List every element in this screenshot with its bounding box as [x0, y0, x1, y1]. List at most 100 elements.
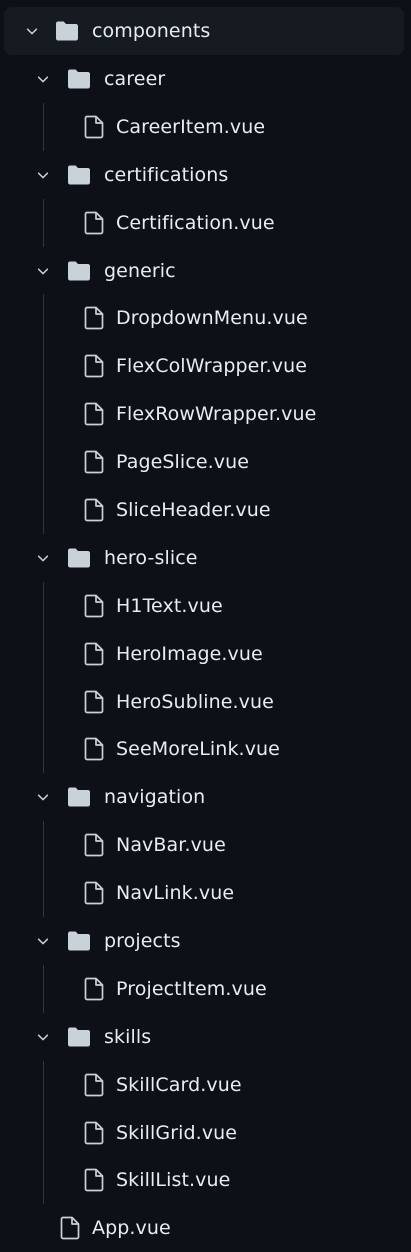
file-icon [82, 402, 106, 426]
folder-row-career[interactable]: career [0, 55, 411, 103]
file-icon [58, 1216, 82, 1240]
file-label: SliceHeader.vue [116, 498, 271, 521]
file-row-navbar-vue[interactable]: NavBar.vue [0, 821, 411, 869]
folder-label: skills [104, 1025, 152, 1048]
file-row-flexrowwrapper-vue[interactable]: FlexRowWrapper.vue [0, 390, 411, 438]
folder-label: certifications [104, 163, 229, 186]
file-row-herosubline-vue[interactable]: HeroSubline.vue [0, 678, 411, 726]
file-row-sliceheader-vue[interactable]: SliceHeader.vue [0, 486, 411, 534]
chevron-down-icon[interactable] [35, 1029, 51, 1045]
folder-children: NavBar.vue NavLink.vue [0, 821, 411, 918]
file-icon [82, 833, 106, 857]
chevron-down-icon[interactable] [35, 167, 51, 183]
file-row-navlink-vue[interactable]: NavLink.vue [0, 869, 411, 917]
folder-row-skills[interactable]: skills [0, 1013, 411, 1061]
folder-row-certifications[interactable]: certifications [0, 151, 411, 199]
file-row-skillgrid-vue[interactable]: SkillGrid.vue [0, 1109, 411, 1157]
tree-children: career CareerItem.vue certifications Certif… [0, 55, 411, 1252]
file-row-heroimage-vue[interactable]: HeroImage.vue [0, 630, 411, 678]
chevron-down-icon[interactable] [35, 789, 51, 805]
file-label: FlexRowWrapper.vue [116, 403, 317, 426]
chevron-down-icon[interactable] [35, 71, 51, 87]
file-row-flexcolwrapper-vue[interactable]: FlexColWrapper.vue [0, 342, 411, 390]
folder-children: CareerItem.vue [0, 102, 411, 151]
folder-children: H1Text.vue HeroImage.vue HeroSubline.vue Se… [0, 581, 411, 774]
file-icon [82, 1073, 106, 1097]
file-icon [82, 977, 106, 1001]
folder-icon [67, 67, 91, 91]
folder-icon [67, 929, 91, 953]
folder-group-generic: generic DropdownMenu.vue FlexColWrapper.vu… [0, 247, 411, 534]
folder-row-navigation[interactable]: navigation [0, 773, 411, 821]
folder-label: components [92, 20, 211, 42]
file-row-skillcard-vue[interactable]: SkillCard.vue [0, 1061, 411, 1109]
file-icon [82, 115, 106, 139]
file-label: ProjectItem.vue [116, 977, 267, 1000]
folder-group-certifications: certifications Certification.vue [0, 151, 411, 247]
folder-row-projects[interactable]: projects [0, 917, 411, 965]
file-icon [82, 881, 106, 905]
file-row-pageslice-vue[interactable]: PageSlice.vue [0, 438, 411, 486]
folder-icon [67, 163, 91, 187]
file-icon [82, 450, 106, 474]
file-label: NavBar.vue [116, 834, 226, 857]
folder-row-hero-slice[interactable]: hero-slice [0, 534, 411, 582]
folder-group-hero-slice: hero-slice H1Text.vue HeroImage.vue HeroSub… [0, 534, 411, 774]
file-row-projectitem-vue[interactable]: ProjectItem.vue [0, 965, 411, 1013]
file-label: PageSlice.vue [116, 451, 250, 474]
file-icon [82, 1168, 106, 1192]
file-label: SkillCard.vue [116, 1073, 242, 1096]
folder-icon [67, 1025, 91, 1049]
folder-children: SkillCard.vue SkillGrid.vue SkillList.vue [0, 1060, 411, 1205]
folder-label: generic [104, 259, 176, 282]
file-label: H1Text.vue [116, 594, 223, 617]
file-row-certification-vue[interactable]: Certification.vue [0, 199, 411, 247]
folder-label: career [104, 67, 166, 90]
file-row-h1text-vue[interactable]: H1Text.vue [0, 582, 411, 630]
chevron-down-icon[interactable] [24, 23, 40, 39]
file-label: FlexColWrapper.vue [116, 355, 308, 378]
folder-icon [67, 546, 91, 570]
folder-icon [55, 19, 79, 43]
file-row-seemorelink-vue[interactable]: SeeMoreLink.vue [0, 725, 411, 773]
file-label: SeeMoreLink.vue [116, 738, 280, 761]
folder-icon [67, 785, 91, 809]
file-row-skilllist-vue[interactable]: SkillList.vue [0, 1156, 411, 1204]
file-label: HeroSubline.vue [116, 690, 274, 713]
folder-row-components[interactable]: components [4, 7, 404, 55]
file-icon [82, 498, 106, 522]
file-label: NavLink.vue [116, 882, 235, 905]
file-label: SkillList.vue [116, 1169, 231, 1192]
file-row-careeritem-vue[interactable]: CareerItem.vue [0, 103, 411, 151]
file-icon [82, 594, 106, 618]
folder-children: ProjectItem.vue [0, 964, 411, 1013]
file-tree: components career CareerItem.vue certifica… [0, 7, 411, 1252]
folder-children: DropdownMenu.vue FlexColWrapper.vue FlexRo… [0, 294, 411, 534]
file-label: Certification.vue [116, 211, 275, 234]
file-row-dropdownmenu-vue[interactable]: DropdownMenu.vue [0, 294, 411, 342]
file-label: SkillGrid.vue [116, 1121, 238, 1144]
file-icon [82, 737, 106, 761]
file-icon [82, 690, 106, 714]
folder-label: navigation [104, 786, 206, 809]
file-icon [82, 642, 106, 666]
file-icon [82, 1121, 106, 1145]
folder-icon [67, 259, 91, 283]
file-icon [82, 354, 106, 378]
file-label: CareerItem.vue [116, 115, 266, 138]
file-label: DropdownMenu.vue [116, 307, 308, 330]
file-label: App.vue [92, 1217, 171, 1240]
file-label: HeroImage.vue [116, 642, 263, 665]
file-icon [82, 306, 106, 330]
chevron-down-icon[interactable] [35, 550, 51, 566]
folder-row-generic[interactable]: generic [0, 247, 411, 295]
folder-children: Certification.vue [0, 198, 411, 247]
folder-label: projects [104, 929, 181, 952]
folder-group-navigation: navigation NavBar.vue NavLink.vue [0, 773, 411, 918]
chevron-down-icon[interactable] [35, 263, 51, 279]
folder-group-career: career CareerItem.vue [0, 55, 411, 151]
file-icon [82, 211, 106, 235]
folder-group-skills: skills SkillCard.vue SkillGrid.vue SkillLis… [0, 1013, 411, 1205]
file-row-app-vue[interactable]: App.vue [0, 1204, 411, 1252]
chevron-down-icon[interactable] [35, 933, 51, 949]
